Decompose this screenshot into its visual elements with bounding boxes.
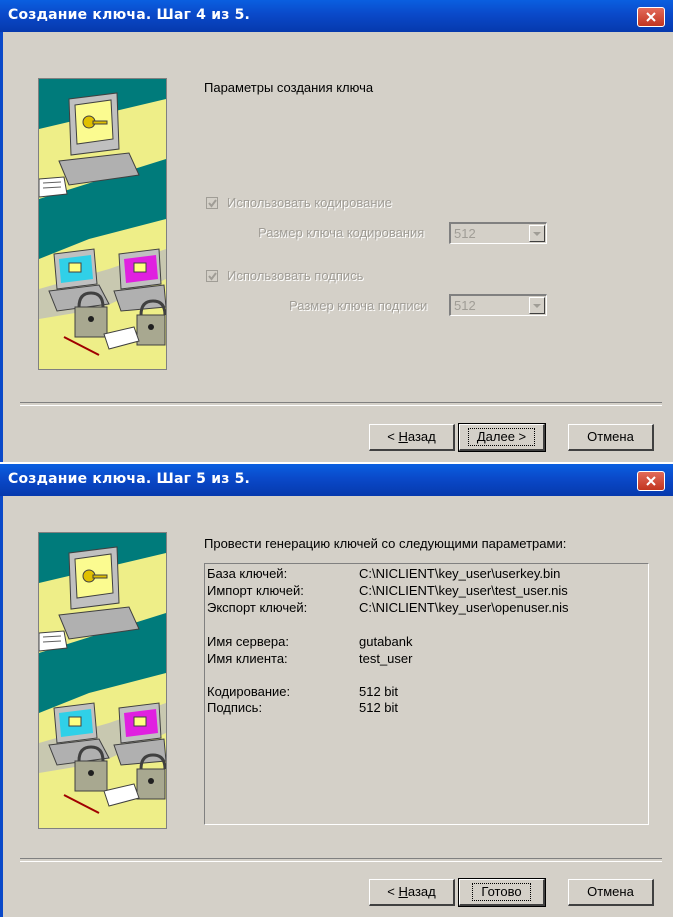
checkmark-icon (208, 199, 217, 208)
next-mnemonic: Д (476, 429, 486, 444)
close-icon (646, 12, 656, 22)
dropdown-arrow-icon (533, 304, 541, 308)
param-value: C:\NICLIENT\key_user\test_user.nis (359, 583, 568, 598)
signature-key-size-select[interactable]: 512 (449, 294, 547, 316)
wizard-illustration (38, 78, 167, 370)
back-rest: азад (407, 429, 436, 444)
separator (20, 858, 662, 862)
back-prefix: < (387, 429, 399, 444)
param-value: gutabank (359, 634, 413, 649)
param-key: Кодирование: (207, 684, 291, 699)
dropdown-arrow-button[interactable] (529, 297, 545, 314)
param-key: Импорт ключей: (207, 583, 304, 598)
param-value: C:\NICLIENT\key_user\openuser.nis (359, 600, 569, 615)
param-key: Имя сервера: (207, 634, 289, 649)
close-button[interactable] (637, 471, 665, 491)
param-key: Подпись: (207, 700, 263, 715)
signature-key-size-label: Размер ключа подписи (289, 298, 428, 313)
finish-button[interactable]: Готово (458, 878, 546, 907)
finish-label: Готово (472, 883, 531, 901)
title-bar: Создание ключа. Шаг 4 из 5. (0, 0, 673, 32)
window-title: Создание ключа. Шаг 4 из 5. (8, 7, 251, 23)
use-signature-label: Использовать подпись (227, 268, 364, 283)
separator (20, 402, 662, 406)
window-border (0, 32, 3, 462)
param-value: test_user (359, 651, 413, 666)
use-encryption-label: Использовать кодирование (227, 195, 393, 210)
back-mnemonic: Н (398, 884, 408, 899)
back-rest: азад (407, 884, 436, 899)
close-icon (646, 476, 656, 486)
wizard-illustration (38, 532, 167, 829)
dropdown-arrow-button[interactable] (529, 225, 545, 242)
cancel-button[interactable]: Отмена (568, 879, 654, 906)
param-value: 512 bit (359, 684, 399, 699)
param-value: C:\NICLIENT\key_user\userkey.bin (359, 566, 561, 581)
encryption-key-size-value: 512 (454, 226, 476, 241)
next-rest: алее > (485, 429, 527, 444)
checkmark-icon (208, 272, 217, 281)
back-prefix: < (387, 884, 399, 899)
window-border (0, 496, 3, 917)
close-button[interactable] (637, 7, 665, 27)
encryption-key-size-select[interactable]: 512 (449, 222, 547, 244)
cancel-button[interactable]: Отмена (568, 424, 654, 451)
param-key: Имя клиента: (207, 651, 288, 666)
dropdown-arrow-icon (533, 232, 541, 236)
param-key: Экспорт ключей: (207, 600, 308, 615)
wizard-step4-dialog: Создание ключа. Шаг 4 из 5. Параметры со… (0, 0, 673, 462)
signature-key-size-value: 512 (454, 298, 476, 313)
back-button[interactable]: < Назад (369, 424, 455, 451)
encryption-key-size-label: Размер ключа кодирования (258, 225, 425, 240)
back-button[interactable]: < Назад (369, 879, 455, 906)
page-heading: Параметры создания ключа (204, 80, 374, 95)
use-signature-checkbox[interactable] (206, 270, 218, 282)
param-key: База ключей: (207, 566, 288, 581)
title-bar: Создание ключа. Шаг 5 из 5. (0, 464, 673, 496)
window-title: Создание ключа. Шаг 5 из 5. (8, 471, 251, 487)
use-encryption-checkbox[interactable] (206, 197, 218, 209)
next-button[interactable]: Далее > (458, 423, 546, 452)
param-value: 512 bit (359, 700, 399, 715)
back-mnemonic: Н (398, 429, 408, 444)
page-heading: Провести генерацию ключей со следующими … (204, 536, 567, 551)
